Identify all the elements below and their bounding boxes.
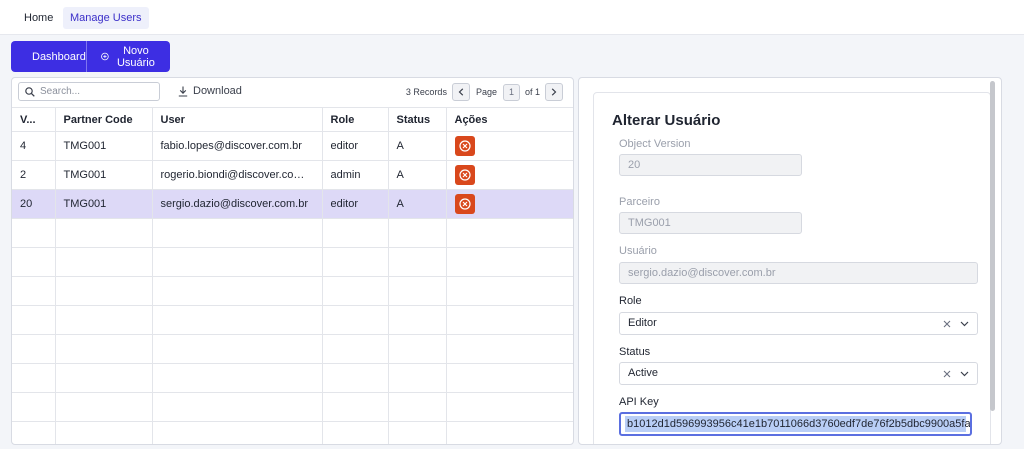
- status-label: Status: [619, 346, 651, 358]
- empty-row: [12, 218, 573, 248]
- cell-status: A: [388, 189, 447, 219]
- next-page-button[interactable]: [545, 83, 563, 101]
- cell-partner-code: TMG001: [55, 160, 153, 190]
- delete-user-button[interactable]: [454, 136, 475, 156]
- column-header-actions: Ações: [446, 107, 573, 132]
- empty-row: [12, 421, 573, 444]
- role-selected-value: Editor: [628, 317, 657, 329]
- tab-home[interactable]: Home: [17, 7, 60, 29]
- status-selected-value: Active: [628, 367, 658, 379]
- clear-icon[interactable]: [943, 320, 951, 328]
- search-icon: [25, 86, 35, 97]
- cell-role: editor: [322, 189, 389, 219]
- form-scrollbar[interactable]: [990, 81, 995, 411]
- column-header-status[interactable]: Status: [388, 107, 447, 132]
- api-key-input[interactable]: b1012d1d596993956c41e1b7011066d3760edf7d…: [619, 412, 972, 436]
- partner-label: Parceiro: [619, 196, 660, 208]
- empty-row: [12, 247, 573, 277]
- records-count: 3 Records: [405, 87, 447, 97]
- user-label: Usuário: [619, 245, 657, 257]
- cell-version: 20: [12, 189, 56, 219]
- column-header-user[interactable]: User: [152, 107, 323, 132]
- download-button[interactable]: Download: [178, 85, 242, 97]
- download-label: Download: [193, 85, 242, 97]
- cell-partner-code: TMG001: [55, 189, 153, 219]
- cell-version: 2: [12, 160, 56, 190]
- delete-user-button[interactable]: [454, 194, 475, 214]
- chevron-right-icon: [551, 88, 557, 96]
- cell-actions: [446, 189, 573, 219]
- role-label: Role: [619, 295, 642, 307]
- delete-user-button[interactable]: [454, 165, 475, 185]
- cell-version: 4: [12, 131, 56, 161]
- cell-role: admin: [322, 160, 389, 190]
- close-circle-icon: [458, 140, 471, 152]
- column-header-version[interactable]: V...: [12, 107, 56, 132]
- column-header-partner-code[interactable]: Partner Code: [55, 107, 153, 132]
- table-header-row: V... Partner Code User Role Status Ações: [12, 107, 573, 132]
- form-title: Alterar Usuário: [612, 112, 721, 129]
- cell-user: rogerio.biondi@discover.com.br: [152, 160, 323, 190]
- prev-page-button[interactable]: [451, 83, 470, 101]
- search-input[interactable]: Search...: [18, 82, 160, 101]
- empty-row: [12, 392, 573, 422]
- cell-actions: [446, 160, 573, 190]
- empty-row: [12, 305, 573, 335]
- cell-status: A: [388, 160, 447, 190]
- cell-partner-code: TMG001: [55, 131, 153, 161]
- cell-status: A: [388, 131, 447, 161]
- empty-row: [12, 276, 573, 306]
- plus-circle-icon: [101, 52, 109, 61]
- role-select[interactable]: Editor: [619, 312, 978, 335]
- cell-role: editor: [322, 131, 389, 161]
- user-field: sergio.dazio@discover.com.br: [619, 262, 978, 284]
- chevron-down-icon[interactable]: [960, 321, 969, 327]
- users-table-panel: Search... Download 3 Records Page 1 of 1…: [11, 77, 574, 445]
- partner-field: TMG001: [619, 212, 802, 234]
- dashboard-button[interactable]: Dashboard: [11, 41, 86, 72]
- table-row[interactable]: 2 TMG001 rogerio.biondi@discover.com.br …: [12, 160, 573, 190]
- close-circle-icon: [458, 169, 471, 181]
- object-version-label: Object Version: [619, 138, 691, 150]
- dashboard-label: Dashboard: [32, 50, 86, 63]
- cell-actions: [446, 131, 573, 161]
- status-select[interactable]: Active: [619, 362, 978, 385]
- chevron-left-icon: [458, 88, 464, 96]
- page-number-input[interactable]: 1: [502, 83, 520, 101]
- edit-user-panel: Alterar Usuário Object Version 20 Parcei…: [578, 77, 1002, 445]
- cell-user: fabio.lopes@discover.com.br: [152, 131, 323, 161]
- download-icon: [178, 86, 188, 97]
- empty-row: [12, 363, 573, 393]
- api-key-value: b1012d1d596993956c41e1b7011066d3760edf7d…: [625, 416, 972, 432]
- cell-user: sergio.dazio@discover.com.br: [152, 189, 323, 219]
- top-nav: Home Manage Users: [0, 0, 1024, 35]
- object-version-field: 20: [619, 154, 802, 176]
- tab-manage-users[interactable]: Manage Users: [63, 7, 149, 29]
- clear-icon[interactable]: [943, 370, 951, 378]
- pagination: 3 Records Page 1 of 1: [406, 83, 563, 101]
- table-row[interactable]: 4 TMG001 fabio.lopes@discover.com.br edi…: [12, 131, 573, 161]
- empty-row: [12, 334, 573, 364]
- api-key-label: API Key: [619, 396, 659, 408]
- new-user-label: Novo Usuário: [116, 44, 155, 69]
- users-table: V... Partner Code User Role Status Ações…: [12, 107, 573, 444]
- table-row-selected[interactable]: 20 TMG001 sergio.dazio@discover.com.br e…: [12, 189, 573, 219]
- chevron-down-icon[interactable]: [960, 371, 969, 377]
- column-header-role[interactable]: Role: [322, 107, 389, 132]
- close-circle-icon: [458, 198, 471, 210]
- page-label: Page: [475, 87, 497, 97]
- action-bar: Dashboard Novo Usuário: [11, 41, 170, 72]
- search-placeholder: Search...: [40, 86, 81, 97]
- page-total: of 1: [524, 87, 540, 97]
- new-user-button[interactable]: Novo Usuário: [86, 41, 170, 72]
